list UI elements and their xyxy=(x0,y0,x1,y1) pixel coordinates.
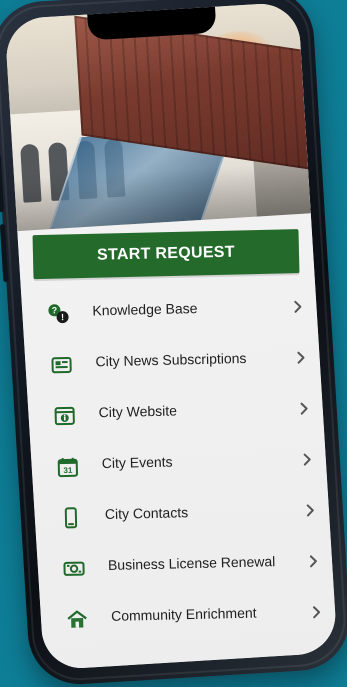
menu-item-label: City News Subscriptions xyxy=(95,350,246,369)
license-card-icon xyxy=(60,556,89,581)
start-request-label: START REQUEST xyxy=(97,244,235,265)
menu-item-label: Knowledge Base xyxy=(92,300,197,318)
menu-item-community-enrichment[interactable]: Community Enrichment xyxy=(41,590,336,648)
chevron-right-icon xyxy=(311,605,321,619)
menu-item-label: City Contacts xyxy=(105,504,189,522)
start-request-button[interactable]: START REQUEST xyxy=(33,229,300,279)
hero-image xyxy=(4,2,311,240)
menu-item-city-news-subscriptions[interactable]: City News Subscriptions xyxy=(25,335,320,393)
menu-item-label: City Events xyxy=(102,454,173,472)
phone-volume-down-button xyxy=(0,224,8,282)
calendar-31-icon: 31 xyxy=(54,455,83,480)
svg-text:?: ? xyxy=(52,305,58,315)
menu-item-city-events[interactable]: 31 City Events xyxy=(31,437,326,495)
menu-item-label: Community Enrichment xyxy=(111,605,257,624)
chevron-right-icon xyxy=(292,300,302,314)
menu-item-label: City Website xyxy=(98,402,177,420)
menu-item-city-contacts[interactable]: City Contacts xyxy=(34,488,329,546)
home-icon xyxy=(63,607,92,632)
menu-item-city-website[interactable]: City Website xyxy=(28,386,323,444)
chevron-right-icon xyxy=(295,351,305,365)
chevron-right-icon xyxy=(308,554,318,568)
newspaper-icon xyxy=(47,353,76,378)
menu-item-business-license-renewal[interactable]: Business License Renewal xyxy=(38,539,333,597)
menu-list: ? ! Knowledge Base xyxy=(21,273,336,647)
info-window-icon xyxy=(50,404,79,429)
svg-text:!: ! xyxy=(61,312,64,322)
chevron-right-icon xyxy=(305,503,315,517)
phone-volume-up-button xyxy=(0,154,4,212)
help-bubbles-icon: ? ! xyxy=(44,302,73,327)
content-area: START REQUEST ? ! Knowledge Base xyxy=(17,213,337,670)
phone-screen: START REQUEST ? ! Knowledge Base xyxy=(4,2,337,671)
menu-item-knowledge-base[interactable]: ? ! Knowledge Base xyxy=(22,284,317,342)
menu-item-label: Business License Renewal xyxy=(108,553,276,573)
mobile-phone-icon xyxy=(57,506,86,531)
svg-text:31: 31 xyxy=(63,466,73,475)
chevron-right-icon xyxy=(302,452,312,466)
chevron-right-icon xyxy=(298,401,308,415)
phone-frame: START REQUEST ? ! Knowledge Base xyxy=(0,0,347,687)
